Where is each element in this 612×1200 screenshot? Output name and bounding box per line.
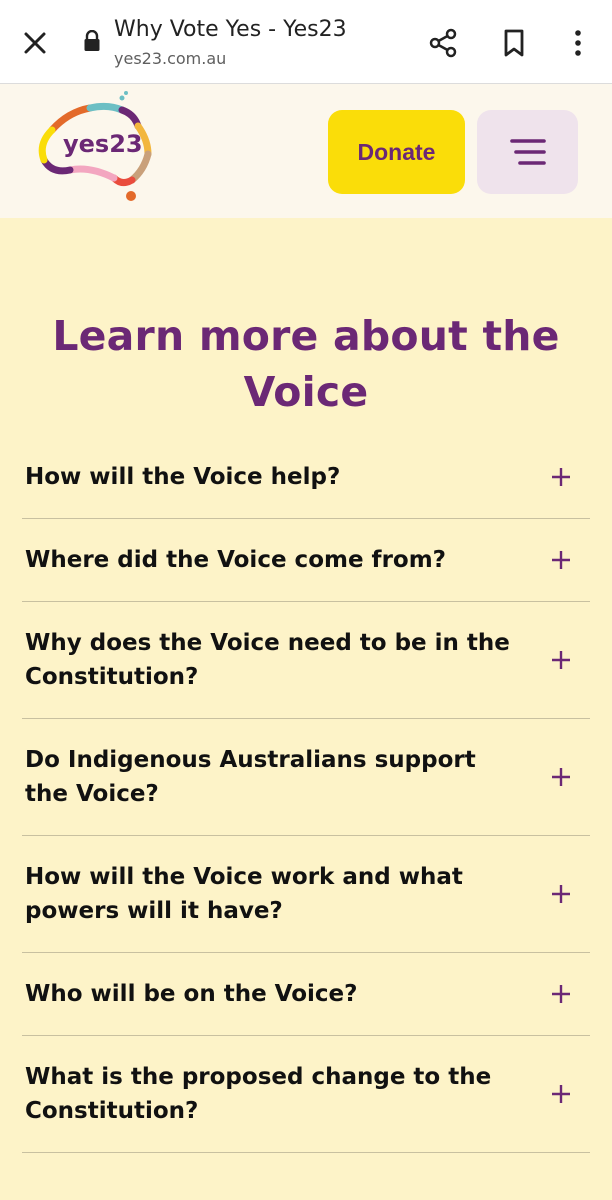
plus-icon[interactable] <box>550 883 572 905</box>
faq-question: Who will be on the Voice? <box>25 981 358 1007</box>
plus-icon[interactable] <box>550 766 572 788</box>
tab-title: Why Vote Yes - Yes23 <box>114 17 347 42</box>
donate-button[interactable]: Donate <box>328 110 465 194</box>
faq-item[interactable]: What is the proposed change to the Const… <box>22 1036 590 1153</box>
lock-icon <box>84 30 100 51</box>
plus-icon[interactable] <box>550 649 572 671</box>
faq-question: How will the Voice work and what powers … <box>25 864 463 924</box>
faq-question: Why does the Voice need to be in the Con… <box>25 630 510 690</box>
more-vert-icon[interactable] <box>568 28 588 58</box>
faq-question: What is the proposed change to the Const… <box>25 1064 492 1124</box>
plus-icon[interactable] <box>550 1083 572 1105</box>
main-content: Learn more about the Voice How will the … <box>0 218 612 1153</box>
faq-item[interactable]: How will the Voice work and what powers … <box>22 836 590 953</box>
faq-question: Where did the Voice come from? <box>25 547 447 573</box>
site-header: yes23 Donate <box>0 84 612 218</box>
plus-icon[interactable] <box>550 983 572 1005</box>
svg-text:yes23: yes23 <box>63 130 143 158</box>
share-icon[interactable] <box>428 28 458 58</box>
plus-icon[interactable] <box>550 466 572 488</box>
faq-item[interactable]: Who will be on the Voice? <box>22 953 590 1036</box>
close-icon[interactable] <box>22 30 48 56</box>
faq-item[interactable]: How will the Voice help? <box>22 436 590 519</box>
page-heading: Learn more about the Voice <box>52 312 560 416</box>
faq-item[interactable]: Why does the Voice need to be in the Con… <box>22 602 590 719</box>
faq-item[interactable]: Do Indigenous Australians support the Vo… <box>22 719 590 836</box>
faq-question: How will the Voice help? <box>25 464 341 490</box>
faq-question: Do Indigenous Australians support the Vo… <box>25 747 476 807</box>
url-text[interactable]: yes23.com.au <box>114 49 226 68</box>
faq-item[interactable]: Where did the Voice come from? <box>22 519 590 602</box>
browser-toolbar: Why Vote Yes - Yes23 yes23.com.au <box>0 0 612 84</box>
menu-button[interactable] <box>477 110 578 194</box>
hamburger-menu-icon <box>509 139 546 165</box>
bookmark-icon[interactable] <box>502 28 526 58</box>
faq-list: How will the Voice help? Where did the V… <box>22 436 590 1153</box>
yes23-logo[interactable]: yes23 <box>30 90 160 210</box>
plus-icon[interactable] <box>550 549 572 571</box>
